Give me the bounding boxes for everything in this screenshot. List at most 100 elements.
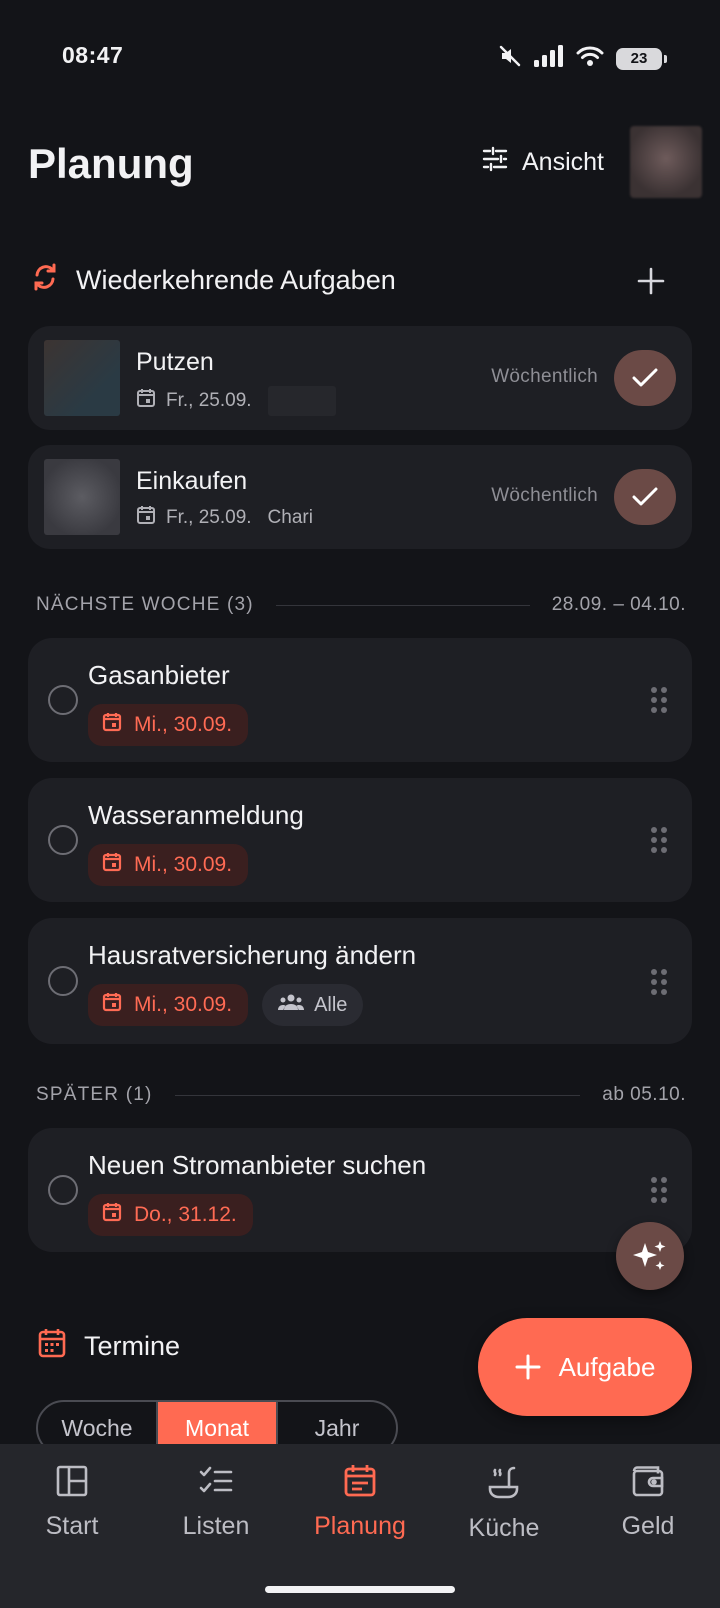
complete-button[interactable] [614,350,676,406]
recurring-task-meta: Fr., 25.09. Chari [136,505,313,531]
task-image [44,340,120,416]
ai-assistant-button[interactable] [616,1222,684,1290]
task-checkbox[interactable] [48,825,78,855]
assignee: Alle [314,993,348,1016]
drag-handle-icon[interactable] [650,686,668,714]
checklist-icon [199,1466,233,1493]
recurring-header: Wiederkehrende Aufgaben [32,262,396,299]
calendar-icon [102,1202,122,1228]
divider [174,1094,581,1096]
task-title: Gasanbieter [88,660,230,690]
task-card[interactable]: Hausratversicherung ändern Mi., 30.09. A… [28,918,692,1044]
dashboard-icon [56,1465,88,1497]
due-date-chip: Mi., 30.09. [88,984,249,1026]
nav-item-kueche[interactable]: Küche [432,1464,576,1543]
calendar-icon [102,852,122,878]
drag-handle-icon[interactable] [650,968,668,996]
recurring-task-card[interactable]: Putzen Fr., 25.09. Wöchentlich [28,326,692,430]
calendar-icon [38,1328,66,1365]
due-date: Mi., 30.09. [134,853,233,876]
task-tags: Mi., 30.09. [88,844,249,886]
nav-label: Küche [468,1514,540,1542]
recurring-task-date: Fr., 25.09. [166,390,252,411]
task-tags: Mi., 30.09. [88,704,249,746]
battery-icon: 23 [616,47,667,70]
nav-item-start[interactable]: Start [0,1464,144,1541]
appointments-header: Termine [38,1328,180,1365]
avatar[interactable] [630,126,702,198]
task-card[interactable]: Wasseranmeldung Mi., 30.09. [28,778,692,902]
drag-handle-icon[interactable] [650,1176,668,1204]
bottom-nav: Start Listen Planung Küche Geld [0,1444,720,1608]
task-title: Wasseranmeldung [88,800,304,830]
divider [275,604,530,606]
group-icon [278,993,305,1017]
cooking-icon [488,1466,519,1499]
assignee-chip: Alle [262,984,364,1026]
recurring-task-assignee-blurred [267,386,336,416]
task-image [44,459,120,535]
task-checkbox[interactable] [48,966,78,996]
task-checkbox[interactable] [48,1175,78,1205]
status-bar: 08:47 23 [0,0,720,112]
repeat-icon [32,262,58,299]
task-title: Neuen Stromanbieter suchen [88,1150,427,1180]
due-date-chip: Mi., 30.09. [88,844,249,886]
due-date: Mi., 30.09. [134,993,233,1016]
add-recurring-button[interactable] [636,266,666,296]
recurring-task-meta: Fr., 25.09. [136,386,336,416]
home-indicator [265,1586,455,1593]
recurring-task-date: Fr., 25.09. [166,507,252,528]
due-date: Do., 31.12. [134,1203,237,1226]
group-range: ab 05.10. [602,1084,686,1105]
nav-label: Planung [314,1512,406,1540]
task-title: Hausratversicherung ändern [88,940,417,970]
group-header-later: SPÄTER (1) ab 05.10. [36,1084,686,1106]
task-card[interactable]: Neuen Stromanbieter suchen Do., 31.12. [28,1128,692,1252]
recurring-title: Wiederkehrende Aufgaben [76,265,396,295]
due-date-chip: Do., 31.12. [88,1194,253,1236]
nav-item-listen[interactable]: Listen [144,1464,288,1541]
nav-label: Start [45,1512,99,1540]
nav-label: Geld [621,1512,675,1540]
appointments-title: Termine [84,1331,181,1361]
recurring-task-name: Einkaufen [136,467,248,495]
check-icon [632,368,658,387]
calendar-icon [102,712,122,738]
recurring-task-name: Putzen [136,348,214,376]
calendar-icon [102,992,122,1018]
drag-handle-icon[interactable] [650,826,668,854]
recurring-task-frequency: Wöchentlich [491,366,598,387]
recurring-task-frequency: Wöchentlich [491,485,598,506]
sparkle-icon [633,1241,666,1270]
plus-icon [515,1354,541,1380]
check-icon [632,487,658,506]
nav-item-planung[interactable]: Planung [288,1464,432,1541]
wifi-icon [576,45,604,72]
task-card[interactable]: Gasanbieter Mi., 30.09. [28,638,692,762]
task-checkbox[interactable] [48,685,78,715]
group-label: SPÄTER (1) [36,1084,153,1105]
task-tags: Do., 31.12. [88,1194,253,1236]
page-title: Planung [28,140,194,187]
mute-icon [498,44,522,73]
group-label: NÄCHSTE WOCHE (3) [36,594,254,615]
calendar-icon [136,388,156,414]
wallet-icon [632,1466,664,1497]
recurring-task-card[interactable]: Einkaufen Fr., 25.09. Chari Wöchentlich [28,445,692,549]
task-tags: Mi., 30.09. Alle [88,984,364,1026]
nav-item-geld[interactable]: Geld [576,1464,720,1541]
planner-icon [344,1465,376,1497]
add-task-label: Aufgabe [558,1351,656,1382]
due-date: Mi., 30.09. [134,713,233,736]
complete-button[interactable] [614,469,676,525]
signal-icon [534,45,564,72]
add-task-button[interactable]: Aufgabe [478,1318,692,1416]
due-date-chip: Mi., 30.09. [88,704,249,746]
view-button[interactable]: Ansicht [482,146,604,179]
group-header-next-week: NÄCHSTE WOCHE (3) 28.09. – 04.10. [36,594,686,616]
recurring-task-assignee: Chari [267,507,313,528]
status-time: 08:47 [62,42,124,68]
sliders-icon [482,146,508,179]
group-range: 28.09. – 04.10. [551,594,686,615]
